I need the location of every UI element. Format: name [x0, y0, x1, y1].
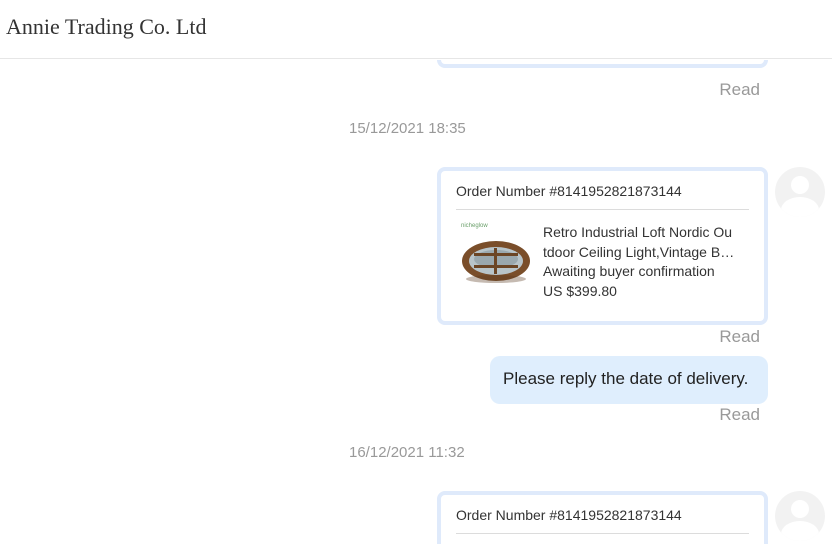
- product-thumbnail[interactable]: nicheglow: [459, 221, 533, 291]
- avatar-body-icon: [781, 521, 819, 541]
- product-info: Retro Industrial Loft Nordic Ou tdoor Ce…: [543, 223, 753, 301]
- product-title-line2[interactable]: tdoor Ceiling Light,Vintage B…: [543, 243, 753, 263]
- user-avatar[interactable]: [775, 491, 825, 541]
- order-number: Order Number #8141952821873144: [456, 507, 682, 523]
- order-status: Awaiting buyer confirmation: [543, 263, 715, 279]
- card-divider: [456, 209, 749, 210]
- read-status: Read: [719, 327, 760, 346]
- shop-title: Annie Trading Co. Ltd: [6, 14, 207, 39]
- read-status: Read: [719, 80, 760, 99]
- order-card[interactable]: Order Number #8141952821873144: [437, 491, 768, 544]
- avatar-body-icon: [781, 197, 819, 217]
- ceiling-light-image: [462, 241, 530, 283]
- chat-header: Annie Trading Co. Ltd: [0, 0, 832, 59]
- message-timestamp: 15/12/2021 18:35: [349, 120, 466, 137]
- order-price: US $399.80: [543, 282, 617, 299]
- avatar-head-icon: [791, 500, 809, 518]
- user-avatar[interactable]: [775, 167, 825, 217]
- order-number: Order Number #8141952821873144: [456, 183, 682, 199]
- message-timestamp: 16/12/2021 11:32: [349, 444, 465, 461]
- card-divider: [456, 533, 749, 534]
- avatar-head-icon: [791, 176, 809, 194]
- thumbnail-brand-tag: nicheglow: [461, 223, 488, 229]
- product-title-line1[interactable]: Retro Industrial Loft Nordic Ou: [543, 223, 753, 243]
- text-message-bubble[interactable]: Please reply the date of delivery.: [490, 356, 768, 404]
- chat-history[interactable]: Read 15/12/2021 18:35 Order Number #8141…: [0, 60, 832, 544]
- order-card-previous[interactable]: [437, 60, 768, 68]
- order-card[interactable]: Order Number #8141952821873144 nicheglow…: [437, 167, 768, 325]
- read-status: Read: [719, 405, 760, 424]
